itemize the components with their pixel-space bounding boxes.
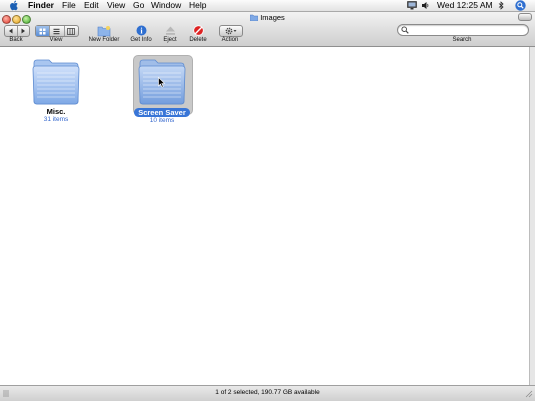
menu-edit[interactable]: Edit [84, 0, 99, 11]
list-view-button[interactable] [50, 26, 65, 36]
bluetooth-icon[interactable] [498, 1, 505, 10]
window-toolbar: Images Back View New Folder i Get Info E… [0, 12, 535, 47]
folder-item-count: 10 items [149, 117, 175, 124]
folder-item-screen-saver[interactable]: Screen Saver 10 items [126, 53, 198, 133]
spotlight-icon[interactable] [515, 0, 526, 11]
back-arrow-icon [8, 28, 13, 34]
delete-button[interactable] [191, 25, 205, 36]
list-view-icon [53, 28, 60, 34]
folder-item-misc[interactable]: Misc. 31 items [20, 53, 92, 133]
action-label: Action [221, 37, 239, 43]
new-folder-button[interactable] [97, 25, 111, 36]
view-control [35, 25, 79, 37]
display-icon[interactable] [407, 1, 417, 10]
window-title-text: Images [260, 13, 285, 22]
menu-bar: Finder File Edit View Go Window Help Wed… [0, 0, 535, 12]
new-folder-label: New Folder [88, 37, 120, 43]
back-forward-control [4, 25, 30, 37]
delete-icon [192, 25, 204, 36]
eject-button[interactable] [163, 25, 177, 36]
new-folder-icon [97, 25, 111, 36]
column-view-button[interactable] [65, 26, 78, 36]
view-label: View [49, 37, 63, 43]
eject-label: Eject [163, 37, 177, 43]
folder-icon [32, 59, 80, 105]
back-label: Back [9, 37, 23, 43]
folder-icon [250, 14, 259, 21]
search-icon [401, 26, 409, 34]
status-bar: 1 of 2 selected, 190.77 GB available [0, 385, 535, 401]
menu-file[interactable]: File [62, 0, 76, 11]
menu-finder[interactable]: Finder [28, 0, 54, 11]
folder-item-count: 31 items [43, 116, 69, 123]
icon-view-content: Misc. 31 items Screen Saver 10 items [0, 47, 529, 391]
icon-view-button[interactable] [36, 26, 51, 36]
column-view-icon [67, 27, 76, 35]
menu-window[interactable]: Window [151, 0, 181, 11]
forward-arrow-icon [21, 28, 26, 34]
search-label: Search [452, 37, 472, 43]
volume-icon[interactable] [421, 1, 430, 10]
window-title: Images [0, 13, 535, 22]
toolbar-toggle-button[interactable] [518, 13, 532, 21]
get-info-button[interactable]: i [134, 25, 148, 36]
resize-corner-icon[interactable] [525, 389, 533, 398]
icon-view-icon [39, 28, 46, 34]
finder-window: Images Back View New Folder i Get Info E… [0, 12, 535, 400]
status-text: 1 of 2 selected, 190.77 GB available [215, 389, 320, 396]
back-button[interactable] [5, 26, 18, 36]
folder-name: Screen Saver [126, 108, 198, 117]
window-right-edge [529, 47, 535, 397]
search-field[interactable] [397, 24, 529, 36]
get-info-label: Get Info [130, 37, 152, 43]
eject-icon [165, 26, 175, 35]
menu-go[interactable]: Go [133, 0, 144, 11]
info-icon: i [136, 25, 146, 36]
mouse-pointer-icon [158, 77, 166, 88]
menubar-clock[interactable]: Wed 12:25 AM [437, 0, 493, 11]
forward-button[interactable] [18, 26, 30, 36]
menu-help[interactable]: Help [189, 0, 206, 11]
delete-label: Delete [189, 37, 207, 43]
folder-name: Misc. [46, 107, 66, 116]
gear-icon [225, 27, 237, 35]
menu-view[interactable]: View [107, 0, 125, 11]
action-button[interactable] [219, 25, 243, 37]
apple-menu-icon[interactable] [9, 0, 20, 11]
